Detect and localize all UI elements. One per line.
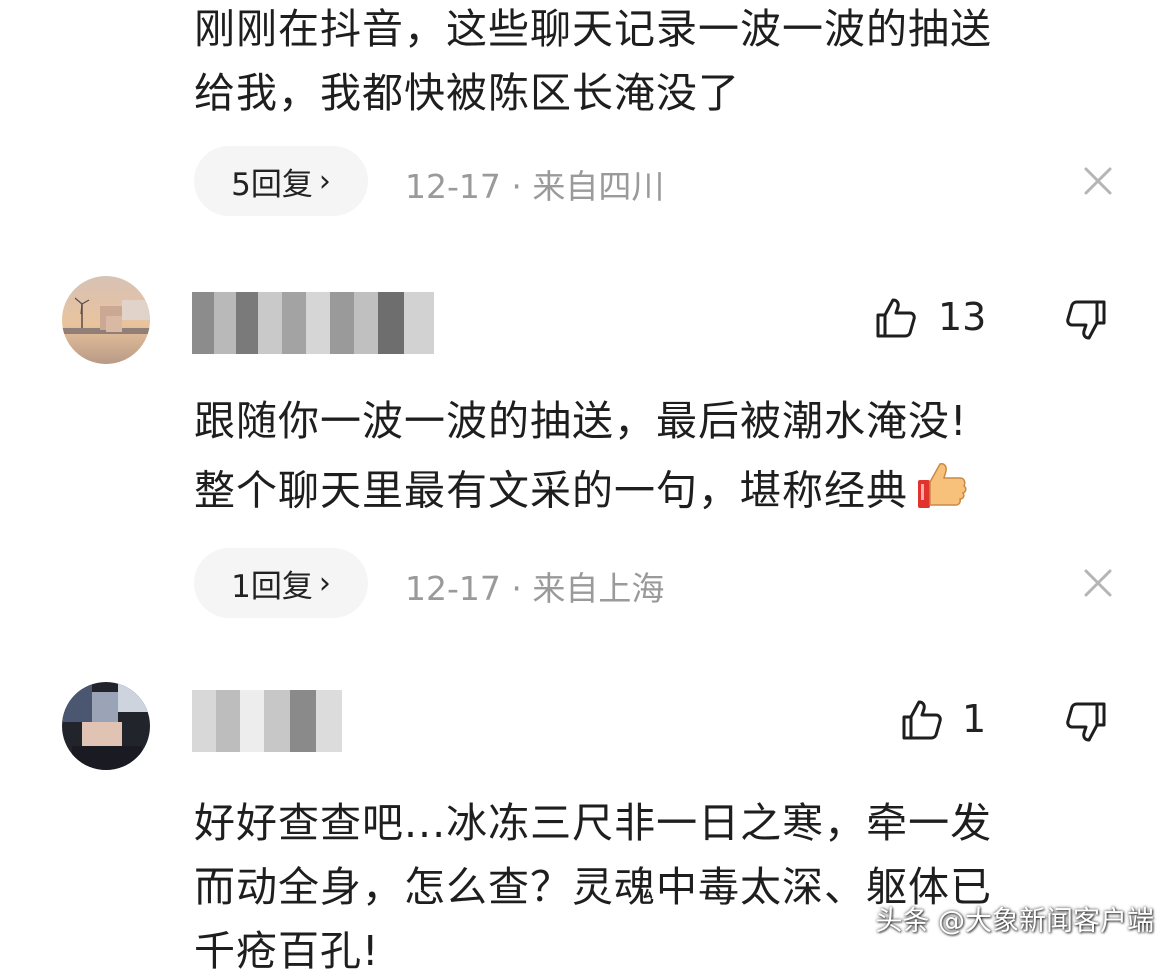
watermark: 头条 @大象新闻客户端: [875, 906, 1154, 937]
replies-button[interactable]: 1回复 ›: [194, 548, 368, 618]
comment-text-line: 给我，我都快被陈区长淹没了: [194, 69, 740, 117]
chevron-right-icon: ›: [318, 163, 331, 199]
comment-meta: 12-17 · 来自上海: [405, 569, 665, 608]
username-blurred[interactable]: [192, 690, 342, 752]
comment-text: 整个聊天里最有文采的一句，堪称经典: [194, 466, 908, 515]
thumbs-up-emoji: [914, 458, 970, 529]
replies-label: 5回复: [231, 166, 313, 203]
like-count: 13: [938, 295, 987, 339]
comment-meta: 12-17 · 来自四川: [405, 167, 665, 206]
comment-text-line: 刚刚在抖音，这些聊天记录一波一波的抽送: [194, 5, 992, 53]
thumbs-down-icon[interactable]: [1064, 700, 1108, 748]
replies-label: 1回复: [231, 568, 313, 605]
replies-button[interactable]: 5回复 ›: [194, 146, 368, 216]
thumbs-down-icon[interactable]: [1064, 298, 1108, 346]
comment-text-line: 整个聊天里最有文采的一句，堪称经典: [194, 458, 970, 529]
comment-text-line: 跟随你一波一波的抽送，最后被潮水淹没!: [194, 397, 968, 445]
username-blurred[interactable]: [192, 292, 434, 354]
thumbs-up-icon[interactable]: [874, 296, 918, 344]
chevron-right-icon: ›: [318, 565, 331, 601]
close-icon[interactable]: [1081, 566, 1115, 600]
comment-text-line: 好好查查吧...冰冻三尺非一日之寒，牵一发: [194, 799, 993, 847]
close-icon[interactable]: [1081, 164, 1115, 198]
avatar[interactable]: [62, 682, 150, 770]
comment-text-line: 千疮百孔!: [194, 927, 380, 975]
avatar[interactable]: [62, 276, 150, 364]
like-count: 1: [962, 697, 987, 741]
comment-text-line: 而动全身，怎么查？灵魂中毒太深、躯体已: [194, 863, 992, 911]
thumbs-up-icon[interactable]: [900, 698, 944, 746]
